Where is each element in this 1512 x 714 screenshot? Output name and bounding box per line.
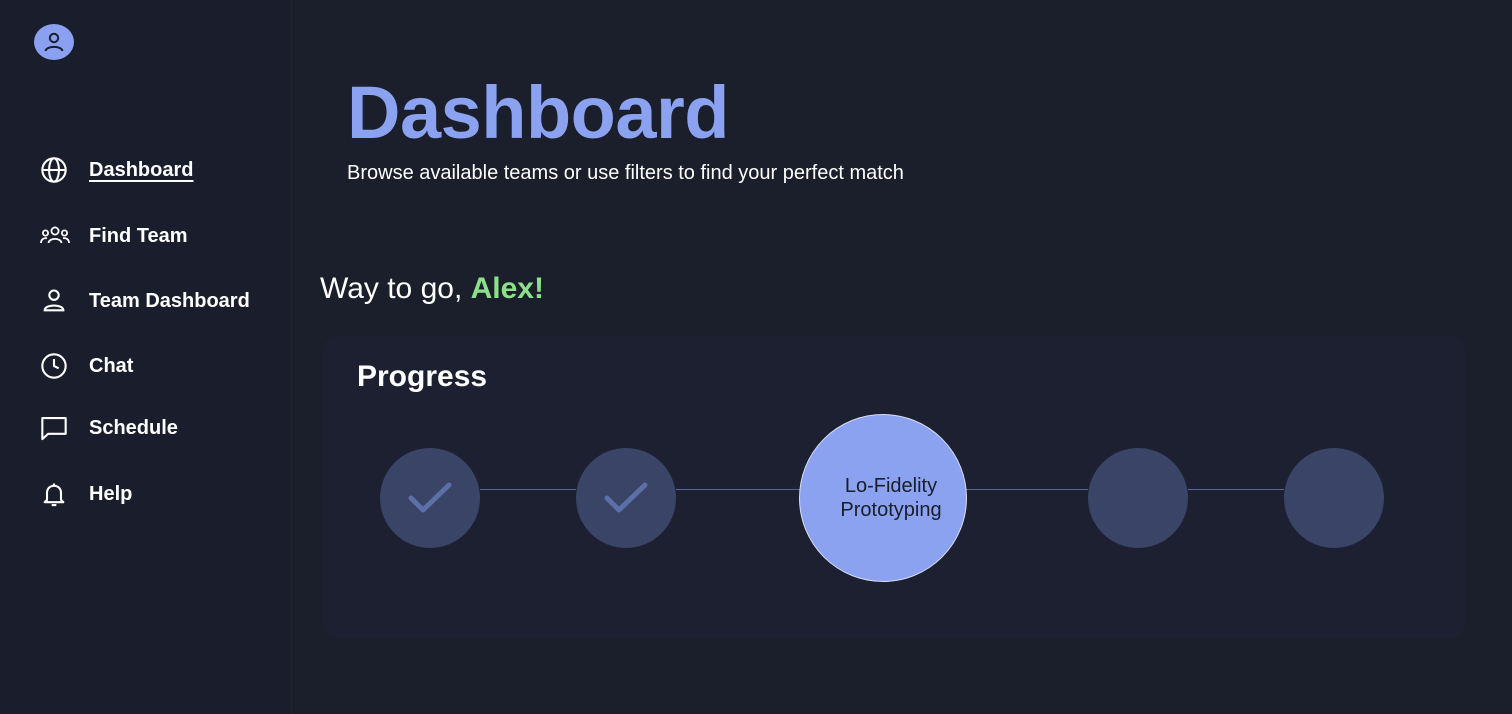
progress-connector <box>966 489 1088 490</box>
progress-step-label: Lo-Fidelity Prototyping <box>824 474 941 522</box>
person-icon <box>40 286 70 316</box>
sidebar-item-dashboard[interactable]: Dashboard <box>40 154 193 186</box>
sidebar-item-label: Chat <box>89 354 134 377</box>
check-icon <box>604 482 648 513</box>
main-content: Dashboard Browse available teams or use … <box>293 0 1512 714</box>
progress-step-upcoming[interactable] <box>1088 448 1188 548</box>
progress-step-completed[interactable] <box>380 448 480 548</box>
greeting: Way to go, Alex! <box>320 272 544 306</box>
progress-step-current[interactable]: Lo-Fidelity Prototyping <box>799 414 967 582</box>
sidebar: Dashboard Find Team Team Dashboard Chat … <box>0 0 292 714</box>
progress-connector <box>676 489 800 490</box>
progress-card: Progress Lo-Fidelity Prototyping <box>323 336 1465 638</box>
message-icon <box>40 413 70 443</box>
clock-icon <box>40 351 70 381</box>
progress-connector <box>480 489 576 490</box>
sidebar-item-chat[interactable]: Chat <box>40 350 133 382</box>
sidebar-item-label: Schedule <box>89 416 178 439</box>
sidebar-item-team-dashboard[interactable]: Team Dashboard <box>40 285 250 317</box>
greeting-name: Alex! <box>470 272 544 305</box>
users-icon <box>40 221 70 251</box>
progress-step-completed[interactable] <box>576 448 676 548</box>
sidebar-item-label: Find Team <box>89 224 188 247</box>
user-icon <box>44 32 64 52</box>
progress-step-label-line2: Prototyping <box>840 499 942 521</box>
sidebar-item-help[interactable]: Help <box>40 478 132 510</box>
user-avatar[interactable] <box>34 24 74 60</box>
page-subtitle: Browse available teams or use filters to… <box>347 162 904 184</box>
progress-step-label-line1: Lo-Fidelity <box>844 475 938 497</box>
greeting-prefix: Way to go, <box>320 272 471 305</box>
sidebar-item-label: Help <box>89 482 133 505</box>
progress-title: Progress <box>357 360 488 393</box>
sidebar-item-schedule[interactable]: Schedule <box>40 412 178 444</box>
check-icon <box>408 482 452 513</box>
progress-step-upcoming[interactable] <box>1284 448 1384 548</box>
sidebar-item-label: Dashboard <box>89 158 194 181</box>
bell-icon <box>40 479 70 509</box>
page-title: Dashboard <box>347 71 730 154</box>
progress-connector <box>1188 489 1284 490</box>
globe-icon <box>40 155 70 185</box>
sidebar-item-find-team[interactable]: Find Team <box>40 220 188 252</box>
sidebar-item-label: Team Dashboard <box>89 289 250 312</box>
